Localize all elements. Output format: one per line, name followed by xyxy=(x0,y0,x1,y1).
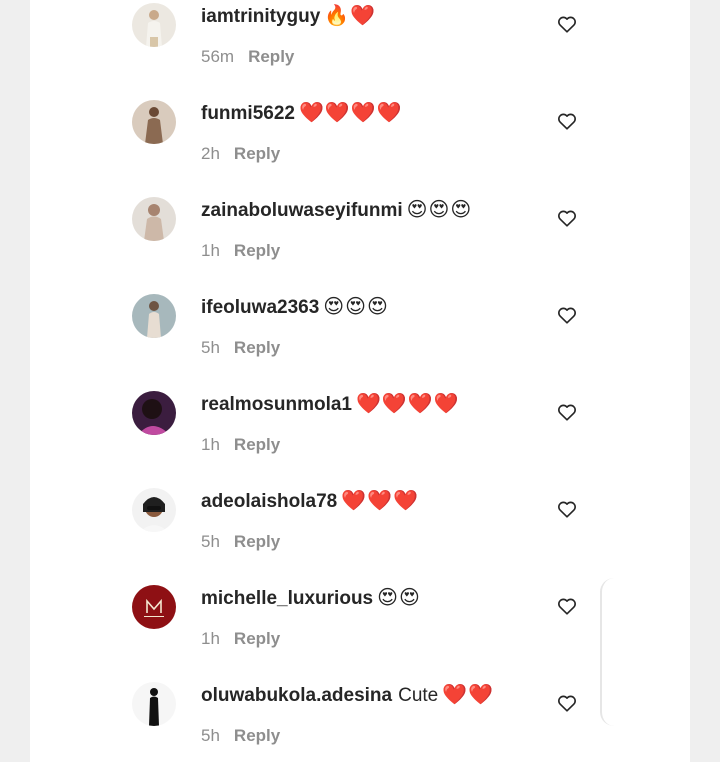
heart-outline-icon[interactable] xyxy=(556,207,578,229)
comment-emojis: ❤️❤️ xyxy=(442,682,495,706)
comment-line: oluwabukola.adesina Cute ❤️❤️ xyxy=(201,681,494,709)
comment-meta: 5h Reply xyxy=(201,337,280,359)
comment-item: zainaboluwaseyifunmi 😍😍😍 1h Reply xyxy=(30,194,690,291)
heart-outline-icon[interactable] xyxy=(556,595,578,617)
reply-button[interactable]: Reply xyxy=(234,338,280,357)
comment-meta: 2h Reply xyxy=(201,143,280,165)
comment-meta: 56m Reply xyxy=(201,46,294,68)
avatar[interactable] xyxy=(132,197,176,241)
heart-outline-icon[interactable] xyxy=(556,304,578,326)
avatar[interactable] xyxy=(132,294,176,338)
comment-line: realmosunmola1 ❤️❤️❤️❤️ xyxy=(201,390,460,418)
comment-username[interactable]: adeolaishola78 xyxy=(201,491,337,512)
comment-username[interactable]: ifeoluwa2363 xyxy=(201,297,319,318)
avatar[interactable] xyxy=(132,585,176,629)
comment-time: 1h xyxy=(201,629,220,648)
heart-outline-icon[interactable] xyxy=(556,401,578,423)
comment-time: 5h xyxy=(201,338,220,357)
avatar[interactable] xyxy=(132,391,176,435)
avatar-image xyxy=(132,488,176,532)
heart-outline-icon[interactable] xyxy=(556,692,578,714)
comment-meta: 1h Reply xyxy=(201,434,280,456)
comment-time: 56m xyxy=(201,47,235,66)
comment-time: 2h xyxy=(201,144,220,163)
comment-username[interactable]: realmosunmola1 xyxy=(201,394,352,415)
comments-panel: iamtrinityguy 🔥❤️ 56m Reply funmi5622 ❤️❤️❤… xyxy=(30,0,690,762)
comment-emojis: 🔥❤️ xyxy=(324,3,377,27)
comment-meta: 1h Reply xyxy=(201,240,280,262)
avatar-image xyxy=(132,100,176,144)
comment-meta: 1h Reply xyxy=(201,628,280,650)
reply-button[interactable]: Reply xyxy=(234,144,280,163)
comment-line: adeolaishola78 ❤️❤️❤️ xyxy=(201,487,419,515)
heart-outline-icon[interactable] xyxy=(556,498,578,520)
comment-item: funmi5622 ❤️❤️❤️❤️ 2h Reply xyxy=(30,97,690,194)
reply-button[interactable]: Reply xyxy=(234,241,280,260)
comment-item: michelle_luxurious 😍😍 1h Reply xyxy=(30,582,690,679)
avatar-image xyxy=(132,197,176,241)
comment-item: ifeoluwa2363 😍😍😍 5h Reply xyxy=(30,291,690,388)
avatar[interactable] xyxy=(132,3,176,47)
avatar-image xyxy=(132,294,176,338)
avatar[interactable] xyxy=(132,682,176,726)
comment-username[interactable]: funmi5622 xyxy=(201,103,295,124)
comment-emojis: ❤️❤️❤️❤️ xyxy=(298,100,403,124)
comment-username[interactable]: iamtrinityguy xyxy=(201,6,320,27)
reply-button[interactable]: Reply xyxy=(248,47,294,66)
reply-button[interactable]: Reply xyxy=(234,435,280,454)
comment-time: 5h xyxy=(201,532,220,551)
comment-time: 5h xyxy=(201,726,220,745)
side-card xyxy=(600,578,690,726)
heart-outline-icon[interactable] xyxy=(556,13,578,35)
comment-line: iamtrinityguy 🔥❤️ xyxy=(201,2,376,30)
avatar-image xyxy=(132,391,176,435)
comment-emojis: 😍😍😍 xyxy=(323,294,389,318)
comment-username[interactable]: michelle_luxurious xyxy=(201,588,373,609)
comment-text: Cute xyxy=(398,685,439,706)
avatar[interactable] xyxy=(132,488,176,532)
comment-emojis: 😍😍 xyxy=(377,585,421,609)
reply-button[interactable]: Reply xyxy=(234,629,280,648)
comment-username[interactable]: zainaboluwaseyifunmi xyxy=(201,200,403,221)
comment-emojis: 😍😍😍 xyxy=(406,197,473,221)
comment-meta: 5h Reply xyxy=(201,531,280,553)
comment-item: realmosunmola1 ❤️❤️❤️❤️ 1h Reply xyxy=(30,388,690,485)
heart-outline-icon[interactable] xyxy=(556,110,578,132)
comment-item: oluwabukola.adesina Cute ❤️❤️ 5h Reply xyxy=(30,679,690,762)
avatar-image xyxy=(132,585,176,629)
comment-line: funmi5622 ❤️❤️❤️❤️ xyxy=(201,99,403,127)
comment-emojis: ❤️❤️❤️ xyxy=(341,488,419,512)
avatar-image xyxy=(132,3,176,47)
comment-line: ifeoluwa2363 😍😍😍 xyxy=(201,293,389,321)
avatar[interactable] xyxy=(132,100,176,144)
comment-meta: 5h Reply xyxy=(201,725,280,747)
comment-item: adeolaishola78 ❤️❤️❤️ 5h Reply xyxy=(30,485,690,582)
comment-time: 1h xyxy=(201,435,220,454)
avatar-image xyxy=(132,682,176,726)
comment-line: zainaboluwaseyifunmi 😍😍😍 xyxy=(201,196,472,224)
reply-button[interactable]: Reply xyxy=(234,726,280,745)
comment-item: iamtrinityguy 🔥❤️ 56m Reply xyxy=(30,0,690,97)
comment-emojis: ❤️❤️❤️❤️ xyxy=(356,391,460,415)
comment-username[interactable]: oluwabukola.adesina xyxy=(201,685,392,706)
comment-time: 1h xyxy=(201,241,220,260)
reply-button[interactable]: Reply xyxy=(234,532,280,551)
comment-line: michelle_luxurious 😍😍 xyxy=(201,584,421,612)
